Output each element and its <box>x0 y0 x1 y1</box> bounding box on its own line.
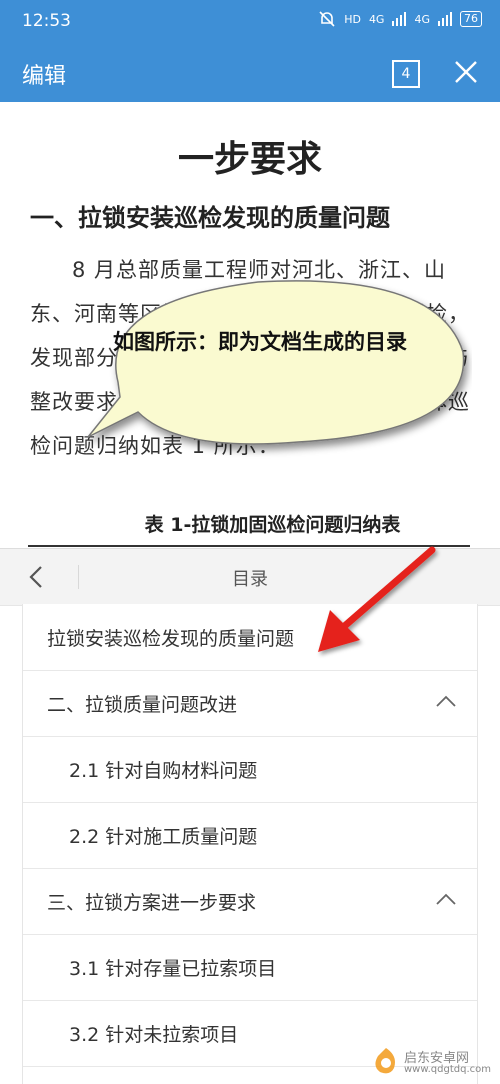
network-4g-2: 4G <box>414 12 430 26</box>
toc-list: 拉锁安装巡检发现的质量问题 二、拉锁质量问题改进 2.1 针对自购材料问题 2.… <box>22 604 478 1084</box>
table-caption: 表 1-拉锁加固巡检问题归纳表 <box>144 514 401 536</box>
toc-item[interactable]: 3.1 针对存量已拉索项目 <box>23 934 477 1001</box>
toc-item[interactable]: 2.2 针对施工质量问题 <box>23 802 477 869</box>
chevron-up-icon[interactable] <box>435 892 457 906</box>
annotation-text: 如图所示：即为文档生成的目录 <box>113 329 407 354</box>
page-count-button[interactable]: 4 <box>392 60 420 88</box>
doc-heading: 一、拉锁安装巡检发现的质量问题 <box>30 204 390 232</box>
toc-item[interactable]: 三、拉锁方案进一步要求 <box>23 868 477 935</box>
toc-item-label: 2.2 针对施工质量问题 <box>69 826 258 848</box>
toc-item-label: 3.1 针对存量已拉索项目 <box>69 958 277 980</box>
toc-item-label: 3.2 针对未拉索项目 <box>69 1024 239 1046</box>
battery-indicator: 76 <box>460 11 482 27</box>
edit-title-button[interactable]: 编辑 <box>22 58 66 90</box>
status-bar: 12:53 HD 4G 4G 76 <box>0 0 500 42</box>
toc-item[interactable]: 二、拉锁质量问题改进 <box>23 670 477 737</box>
network-4g-1: 4G <box>368 12 385 26</box>
signal-icon-2 <box>438 12 452 26</box>
toc-item[interactable]: 拉锁安装巡检发现的质量问题 <box>23 604 477 671</box>
chevron-up-icon[interactable] <box>435 694 457 708</box>
mute-bell-icon <box>319 11 335 27</box>
status-icons: HD 4G 4G 76 <box>318 10 482 28</box>
toc-title: 目录 <box>232 569 268 590</box>
app-bar: 编辑 4 <box>0 42 500 102</box>
toc-item-label: 2.1 针对自购材料问题 <box>69 760 258 782</box>
toc-item-label: 二、拉锁质量问题改进 <box>47 694 238 716</box>
doc-title: 一步要求 <box>177 139 322 180</box>
doc-title-cutoff <box>30 102 470 113</box>
watermark-logo-icon <box>375 1048 395 1074</box>
toc-item-label: 拉锁安装巡检发现的质量问题 <box>47 628 295 650</box>
table-top-rule <box>28 545 470 547</box>
signal-icon <box>392 12 407 26</box>
status-time: 12:53 <box>22 11 71 31</box>
watermark-url: www.qdgtdq.com <box>404 1064 491 1075</box>
toc-header: 目录 <box>0 548 500 606</box>
hd-badge: HD <box>344 12 361 26</box>
annotation-bubble <box>87 280 465 445</box>
toc-item[interactable]: 2.1 针对自购材料问题 <box>23 736 477 803</box>
close-icon[interactable] <box>452 58 480 86</box>
toc-item-label: 三、拉锁方案进一步要求 <box>47 892 257 914</box>
